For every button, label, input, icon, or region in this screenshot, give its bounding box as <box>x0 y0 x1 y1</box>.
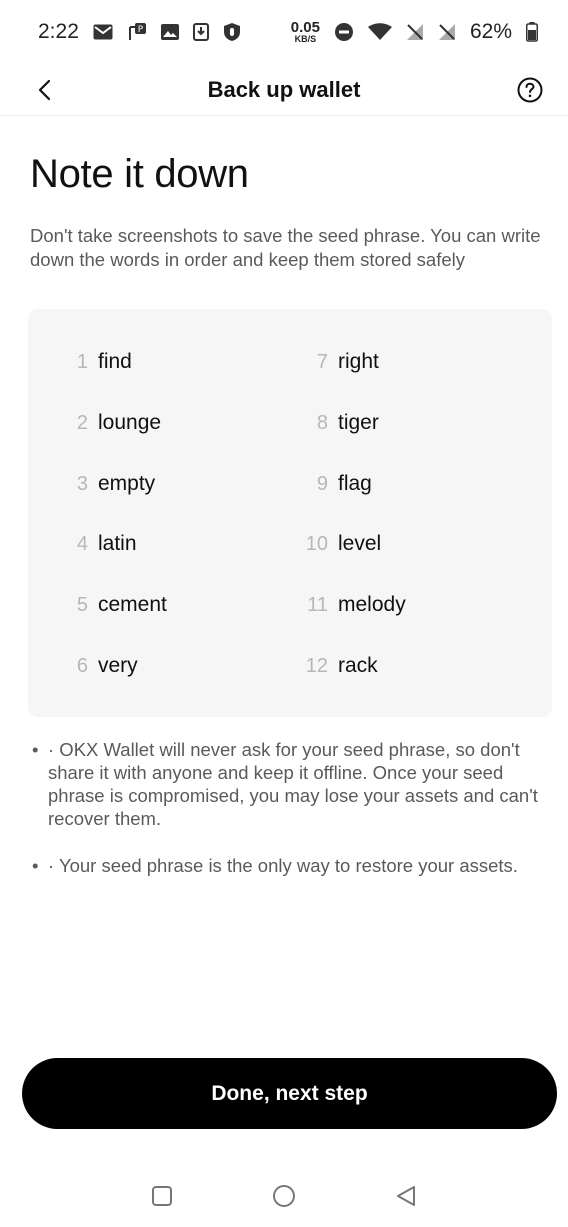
note-text: · OKX Wallet will never ask for your see… <box>48 739 538 829</box>
seed-word-number: 2 <box>76 411 88 434</box>
seed-word-text: melody <box>338 593 406 616</box>
back-button[interactable] <box>28 74 60 106</box>
backup-wallet-screen: 2:22 P 0.05 KB/S 62% Back up wallet Note… <box>0 0 568 1227</box>
wifi-icon <box>367 23 392 41</box>
triangle-back-icon <box>397 1186 415 1206</box>
seed-word-7: 7 right <box>300 347 379 377</box>
status-bar-left: 2:22 P <box>38 20 241 44</box>
note-item: • · OKX Wallet will never ask for your se… <box>30 738 540 830</box>
note-item: • · Your seed phrase is the only way to r… <box>30 854 540 877</box>
status-time: 2:22 <box>38 20 79 43</box>
seed-word-12: 12 rack <box>300 651 378 681</box>
done-next-step-button[interactable]: Done, next step <box>22 1058 557 1129</box>
seed-word-number: 11 <box>307 593 328 616</box>
seed-word-number: 5 <box>76 593 88 616</box>
download-icon <box>192 23 209 41</box>
bullet-icon: • <box>32 739 39 760</box>
parking-app-icon: P <box>127 22 147 42</box>
recents-button[interactable] <box>144 1178 180 1214</box>
system-nav-bar <box>0 1172 568 1220</box>
seed-word-2: 2 lounge <box>60 408 161 438</box>
app-header: Back up wallet <box>0 64 568 116</box>
seed-phrase-card: 1 find 2 lounge 3 empty 4 latin 5 cement 6 ver… <box>28 309 552 717</box>
seed-word-4: 4 latin <box>60 529 137 559</box>
seed-word-10: 10 level <box>300 529 381 559</box>
seed-word-number: 3 <box>76 472 88 495</box>
status-bar: 2:22 P 0.05 KB/S 62% <box>0 0 568 64</box>
battery-icon <box>526 22 538 42</box>
seed-word-text: latin <box>98 532 137 555</box>
svg-text:P: P <box>138 25 144 35</box>
seed-word-text: flag <box>338 472 372 495</box>
back-nav-button[interactable] <box>388 1178 424 1214</box>
security-notes: • · OKX Wallet will never ask for your se… <box>30 738 540 901</box>
seed-word-11: 11 melody <box>300 590 406 620</box>
note-text: · Your seed phrase is the only way to re… <box>48 855 518 876</box>
seed-word-3: 3 empty <box>60 469 155 499</box>
seed-word-number: 8 <box>316 411 328 434</box>
page-title: Back up wallet <box>207 76 361 102</box>
shield-app-icon <box>223 22 241 42</box>
seed-word-text: level <box>338 532 382 555</box>
seed-word-9: 9 flag <box>300 469 372 499</box>
seed-word-number: 6 <box>76 654 88 677</box>
seed-word-number: 1 <box>76 350 88 373</box>
section-heading: Note it down <box>30 152 249 196</box>
seed-word-text: rack <box>338 654 378 677</box>
seed-word-6: 6 very <box>60 651 138 681</box>
question-circle-icon <box>517 77 543 103</box>
seed-word-text: tiger <box>338 411 379 434</box>
mail-icon <box>93 24 113 40</box>
seed-word-text: right <box>338 350 379 373</box>
seed-word-number: 12 <box>305 654 328 677</box>
seed-word-number: 7 <box>316 350 328 373</box>
network-speed: 0.05 KB/S <box>291 20 320 44</box>
do-not-disturb-icon <box>334 22 354 42</box>
seed-word-text: find <box>98 350 132 373</box>
no-signal-icon <box>406 23 424 41</box>
seed-word-number: 9 <box>316 472 328 495</box>
circle-icon <box>273 1185 295 1207</box>
home-button[interactable] <box>266 1178 302 1214</box>
network-speed-value: 0.05 <box>290 19 320 36</box>
seed-word-1: 1 find <box>60 347 132 377</box>
seed-word-text: lounge <box>98 411 162 434</box>
seed-word-5: 5 cement <box>60 590 167 620</box>
chevron-left-icon <box>38 79 51 101</box>
battery-percent: 62% <box>469 20 512 43</box>
section-description: Don't take screenshots to save the seed … <box>30 225 541 270</box>
bullet-icon: • <box>32 855 39 876</box>
seed-word-number: 4 <box>76 532 88 555</box>
no-signal-icon-2 <box>438 23 456 41</box>
seed-word-text: empty <box>98 472 156 495</box>
image-icon <box>160 24 179 40</box>
seed-word-number: 10 <box>305 532 328 555</box>
seed-word-text: very <box>98 654 138 677</box>
seed-word-8: 8 tiger <box>300 408 379 438</box>
network-speed-unit: KB/S <box>294 34 317 44</box>
status-bar-right: 0.05 KB/S 62% <box>291 20 538 44</box>
square-icon <box>152 1186 172 1206</box>
seed-word-text: cement <box>98 593 167 616</box>
help-button[interactable] <box>514 74 546 106</box>
